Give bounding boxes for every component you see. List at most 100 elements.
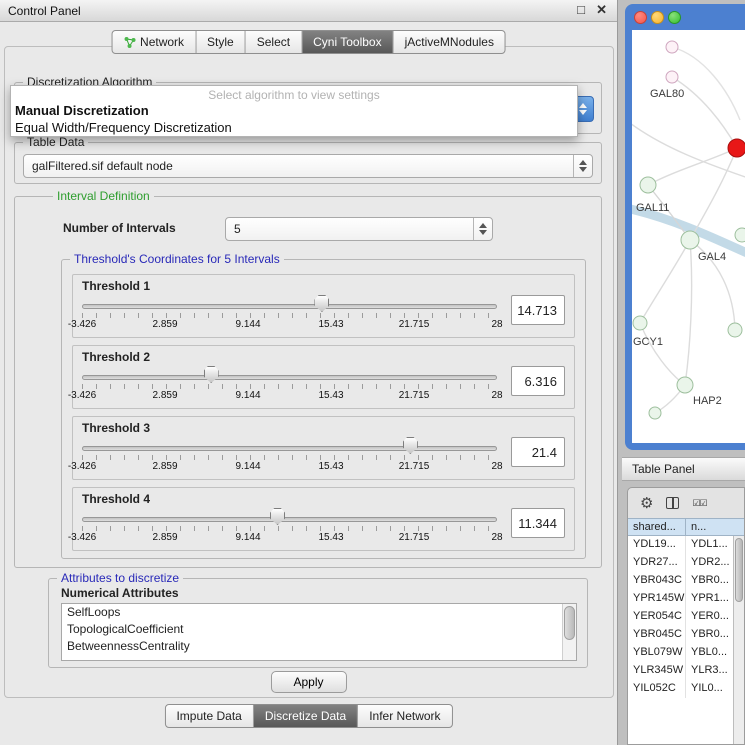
network-graph: GAL80 GAL11 GAL4 GCY1 HAP2: [632, 30, 745, 443]
threshold-1-slider[interactable]: -3.4262.8599.14415.4321.71528: [82, 298, 497, 334]
table-header: shared... n...: [628, 518, 744, 536]
table-row[interactable]: YBL079WYBL0...: [628, 644, 733, 662]
scrollbar-thumb[interactable]: [735, 538, 743, 602]
threshold-2-value-field[interactable]: 6.316: [511, 366, 565, 396]
network-node[interactable]: [681, 231, 699, 249]
chevron-up-down-icon: [473, 218, 492, 240]
threshold-3-value-field[interactable]: 21.4: [511, 437, 565, 467]
table-data-combobox[interactable]: galFiltered.sif default node: [23, 154, 593, 178]
table-row[interactable]: YER054CYER0...: [628, 608, 733, 626]
table-row[interactable]: YBR043CYBR0...: [628, 572, 733, 590]
network-edge[interactable]: [640, 323, 685, 385]
slider-scale: -3.4262.8599.14415.4321.71528: [82, 532, 497, 544]
window-minimize-button[interactable]: [651, 11, 664, 24]
threshold-2-box: Threshold 2 -3.4262.8599.14415.4321.7152…: [72, 345, 575, 409]
threshold-1-box: Threshold 1 -3.4262.8599.14415.4321.7152…: [72, 274, 575, 338]
column-header-shared-name[interactable]: shared...: [628, 519, 686, 535]
slider-scale: -3.4262.8599.14415.4321.71528: [82, 319, 497, 331]
slider-thumb[interactable]: [403, 437, 418, 454]
network-node[interactable]: [666, 71, 678, 83]
float-window-icon[interactable]: □: [577, 2, 585, 17]
table-row[interactable]: YIL052CYIL0...: [628, 680, 733, 698]
slider-ticks: [82, 313, 497, 318]
threshold-3-box: Threshold 3 -3.4262.8599.14415.4321.7152…: [72, 416, 575, 480]
table-row[interactable]: YBR045CYBR0...: [628, 626, 733, 644]
top-tab-bar: Network Style Select Cyni Toolbox jActiv…: [111, 30, 506, 54]
threshold-1-value-field[interactable]: 14.713: [511, 295, 565, 325]
slider-thumb[interactable]: [270, 508, 285, 525]
tab-infer-network[interactable]: Infer Network: [357, 705, 451, 727]
combo-value: galFiltered.sif default node: [24, 159, 573, 173]
slider-thumb[interactable]: [314, 295, 329, 312]
node-label: HAP2: [693, 395, 722, 407]
chevron-down-icon: [579, 110, 587, 115]
tab-cyni-toolbox[interactable]: Cyni Toolbox: [301, 31, 392, 53]
tab-select[interactable]: Select: [245, 31, 301, 53]
interval-definition-group: Interval Definition Number of Intervals …: [14, 196, 602, 568]
network-node-selected[interactable]: [728, 139, 745, 157]
group-title: Attributes to discretize: [57, 571, 183, 585]
select-columns-icon[interactable]: ☑☑: [692, 498, 706, 509]
network-canvas[interactable]: GAL80 GAL11 GAL4 GCY1 HAP2: [632, 30, 745, 443]
table-data-group: Table Data galFiltered.sif default node: [14, 142, 602, 184]
scrollbar-thumb[interactable]: [564, 606, 575, 640]
close-icon[interactable]: ✕: [596, 2, 607, 18]
list-item[interactable]: TopologicalCoefficient: [62, 621, 576, 638]
network-node[interactable]: [666, 41, 678, 53]
slider-track[interactable]: [82, 517, 497, 522]
tab-impute-data[interactable]: Impute Data: [165, 705, 252, 727]
numerical-attributes-heading: Numerical Attributes: [61, 586, 179, 600]
apply-button[interactable]: Apply: [270, 671, 346, 693]
column-header-name[interactable]: n...: [686, 519, 744, 535]
combo-value: 5: [226, 222, 473, 236]
network-edge[interactable]: [685, 240, 692, 385]
chevron-up-icon: [579, 103, 587, 108]
gear-icon[interactable]: ⚙: [640, 496, 653, 511]
window-close-button[interactable]: [634, 11, 647, 24]
threshold-4-slider[interactable]: -3.4262.8599.14415.4321.71528: [82, 511, 497, 547]
table-panel-bar[interactable]: Table Panel: [622, 457, 745, 481]
network-node[interactable]: [735, 228, 745, 242]
slider-track[interactable]: [82, 375, 497, 380]
list-item[interactable]: BetweennessCentrality: [62, 638, 576, 655]
slider-track[interactable]: [82, 304, 497, 309]
number-of-intervals-label: Number of Intervals: [63, 221, 176, 235]
network-node[interactable]: [640, 177, 656, 193]
attributes-scrollbar[interactable]: [562, 604, 576, 660]
number-of-intervals-combobox[interactable]: 5: [225, 217, 493, 241]
tab-network[interactable]: Network: [112, 31, 195, 53]
network-edge[interactable]: [690, 148, 737, 240]
network-node[interactable]: [728, 323, 742, 337]
tab-style[interactable]: Style: [195, 31, 245, 53]
dropdown-option-manual[interactable]: Manual Discretization: [11, 102, 577, 119]
network-node[interactable]: [677, 377, 693, 393]
group-title: Table Data: [23, 135, 88, 149]
node-label: GAL80: [650, 88, 684, 100]
threshold-2-slider[interactable]: -3.4262.8599.14415.4321.71528: [82, 369, 497, 405]
slider-ticks: [82, 384, 497, 389]
threshold-3-slider[interactable]: -3.4262.8599.14415.4321.71528: [82, 440, 497, 476]
slider-track[interactable]: [82, 446, 497, 451]
tab-discretize-data[interactable]: Discretize Data: [253, 705, 357, 727]
table-row[interactable]: YDR27...YDR2...: [628, 554, 733, 572]
threshold-4-value-field[interactable]: 11.344: [511, 508, 565, 538]
table-scrollbar[interactable]: [733, 536, 744, 744]
chevron-up-down-icon: [573, 155, 592, 177]
network-edge[interactable]: [648, 148, 737, 185]
network-edge[interactable]: [640, 240, 690, 323]
network-node[interactable]: [633, 316, 647, 330]
slider-thumb[interactable]: [204, 366, 219, 383]
table-row[interactable]: YPR145WYPR1...: [628, 590, 733, 608]
group-title: Interval Definition: [53, 189, 154, 203]
dropdown-option-equal-width[interactable]: Equal Width/Frequency Discretization: [11, 119, 577, 136]
list-item[interactable]: SelfLoops: [62, 604, 576, 621]
slider-scale: -3.4262.8599.14415.4321.71528: [82, 390, 497, 402]
columns-icon[interactable]: [666, 497, 679, 509]
threshold-4-box: Threshold 4 -3.4262.8599.14415.4321.7152…: [72, 487, 575, 551]
table-row[interactable]: YDL19...YDL1...: [628, 536, 733, 554]
table-row[interactable]: YLR345WYLR3...: [628, 662, 733, 680]
network-node[interactable]: [649, 407, 661, 419]
threshold-label: Threshold 4: [82, 492, 565, 506]
tab-jactivemnodules[interactable]: jActiveMNodules: [393, 31, 505, 53]
window-zoom-button[interactable]: [668, 11, 681, 24]
